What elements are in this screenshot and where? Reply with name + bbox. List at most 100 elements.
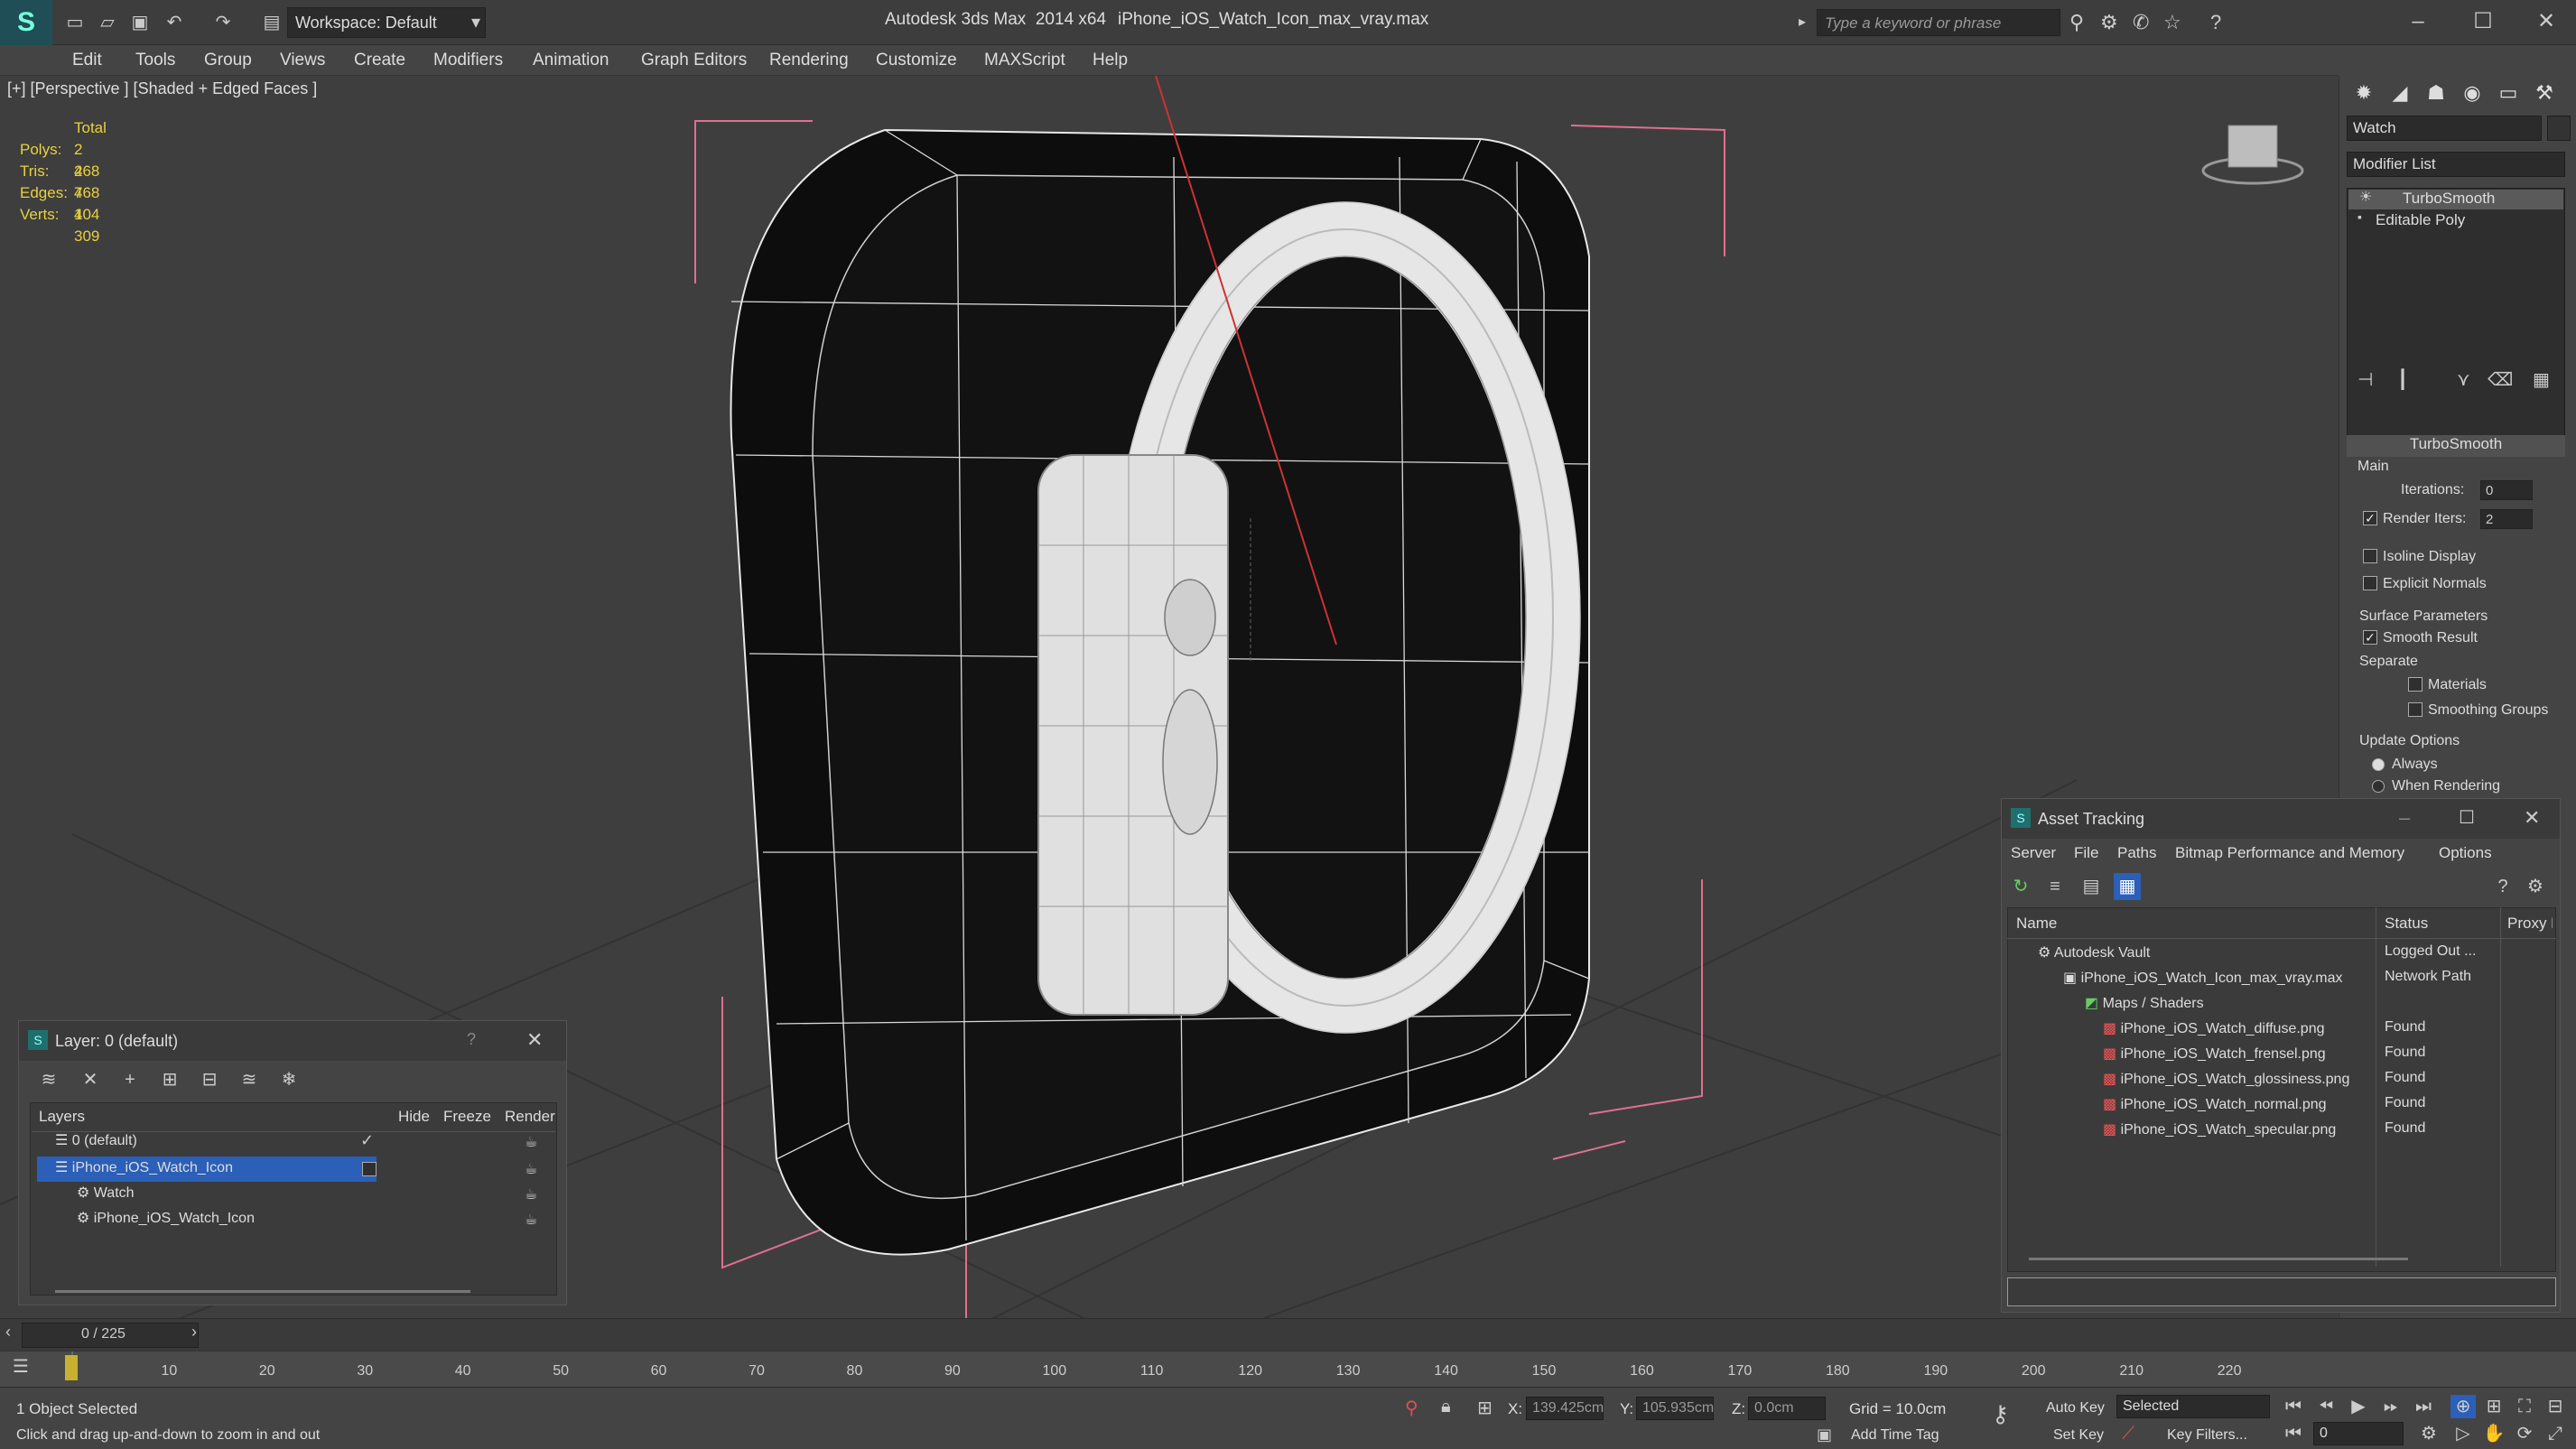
modifier-list-dropdown[interactable]: Modifier List [2347,152,2565,177]
key-mode-dropdown[interactable]: Selected [2116,1395,2270,1418]
freeze-column-header[interactable]: Freeze [443,1108,491,1126]
asset-tracking-title[interactable]: Asset Tracking [2002,799,2560,839]
minimize-icon[interactable]: – [2399,806,2410,830]
zoom-icon[interactable]: ⊕ [2450,1395,2476,1418]
previous-frame-icon[interactable]: ‹ [5,1323,11,1342]
refresh-icon[interactable]: ↻ [2007,873,2034,900]
menu-customize[interactable]: Customize [876,45,957,76]
layer-object-row[interactable]: ⚙ iPhone_iOS_Watch_Icon [77,1209,255,1234]
delete-layer-icon[interactable]: ✕ [77,1066,104,1093]
lightbulb-icon[interactable]: ☀ [2359,188,2372,206]
create-tab-icon[interactable]: ✹ [2347,76,2381,110]
object-color-swatch[interactable] [2547,116,2571,141]
zoom-all-icon[interactable]: ⊞ [2481,1395,2506,1418]
auto-key-button[interactable]: Auto Key [2046,1400,2105,1416]
subscription-icon[interactable]: ⚙ [2100,11,2118,34]
search-input[interactable]: Type a keyword or phrase [1817,9,2060,36]
menu-help[interactable]: Help [1093,45,1128,76]
set-current-checkbox[interactable] [362,1162,377,1176]
render-iters-spinner[interactable]: 2 [2480,509,2533,529]
list-view-icon[interactable]: ≡ [2041,873,2069,900]
smooth-result-checkbox[interactable]: ✓ [2363,630,2377,645]
time-tag-icon[interactable]: ▣ [1817,1426,1832,1444]
pin-stack-icon[interactable]: ⊣ [2357,368,2373,391]
asset-row[interactable]: ▩ iPhone_iOS_Watch_normal.png [2103,1095,2327,1120]
zoom-extents-all-icon[interactable]: ⊟ [2543,1395,2568,1418]
make-unique-icon[interactable]: ⋎ [2457,368,2470,391]
render-column-header[interactable]: Render [505,1108,555,1126]
z-coord-field[interactable]: 0.0cm [1748,1397,1826,1420]
menu-modifiers[interactable]: Modifiers [433,45,503,76]
set-key-button[interactable]: Set Key [2053,1427,2104,1444]
project-folder-icon[interactable]: ▤ [260,11,284,34]
isolate-selection-icon[interactable]: ⚲ [1405,1397,1418,1419]
asset-row[interactable]: ⚙ Autodesk Vault [2038,943,2150,969]
play-arrow-icon[interactable]: ▸ [1799,13,1806,31]
materials-checkbox[interactable] [2408,677,2423,692]
play-icon[interactable]: ▶ [2346,1395,2371,1418]
save-file-icon[interactable]: ▣ [128,11,152,34]
redo-icon[interactable]: ↷ [211,11,235,34]
hide-all-icon[interactable]: ≊ [236,1066,263,1093]
chevron-down-icon[interactable]: ▾ [464,11,488,34]
asset-path-field[interactable] [2007,1277,2556,1306]
asset-row[interactable]: ▣ iPhone_iOS_Watch_Icon_max_vray.max [2063,969,2342,994]
menu-options[interactable]: Options [2439,844,2492,862]
proxy-column-header[interactable]: Proxy R [2507,915,2553,933]
next-key-icon[interactable]: ⏩︎ [2378,1395,2404,1418]
field-of-view-icon[interactable]: ▷ [2450,1422,2476,1445]
menu-rendering[interactable]: Rendering [769,45,849,76]
menu-maxscript[interactable]: MAXScript [984,45,1065,76]
show-end-result-icon[interactable]: ┃ [2397,368,2408,391]
menu-create[interactable]: Create [354,45,405,76]
maximize-viewport-icon[interactable]: ⤢ [2543,1422,2568,1445]
menu-bitmap-performance[interactable]: Bitmap Performance and Memory [2175,844,2404,862]
goto-start-icon[interactable]: ⏮︎ [2281,1395,2306,1418]
iterations-spinner[interactable]: 0 [2480,480,2533,500]
settings-icon[interactable]: ⚙ [2522,873,2549,900]
smoothing-groups-checkbox[interactable] [2408,702,2423,717]
help-icon[interactable]: ? [467,1030,476,1049]
layer-row[interactable]: ☰ iPhone_iOS_Watch_Icon [55,1158,233,1184]
track-bar[interactable]: ☰ [0,1351,2576,1387]
highlight-selected-icon[interactable]: ⊟ [196,1066,223,1093]
layer-object-row[interactable]: ⚙ Watch [77,1184,135,1209]
remove-modifier-icon[interactable]: ⌫ [2488,368,2513,391]
new-file-icon[interactable]: ▭ [63,11,87,34]
asset-row[interactable]: ▩ iPhone_iOS_Watch_diffuse.png [2103,1019,2325,1045]
add-to-layer-icon[interactable]: + [116,1066,144,1093]
asset-row[interactable]: ▩ iPhone_iOS_Watch_frensel.png [2103,1045,2326,1070]
select-in-layer-icon[interactable]: ⊞ [156,1066,183,1093]
favorites-star-icon[interactable]: ☆ [2163,11,2181,34]
freeze-all-icon[interactable]: ❄ [275,1066,302,1093]
stack-item-editable-poly[interactable]: Editable Poly [2376,211,2465,229]
menu-group[interactable]: Group [204,45,252,76]
menu-animation[interactable]: Animation [533,45,609,76]
key-icon[interactable]: ⚷ [1992,1400,2009,1428]
hide-column-header[interactable]: Hide [398,1108,430,1126]
menu-views[interactable]: Views [280,45,325,76]
undo-icon[interactable]: ↶ [163,11,186,34]
menu-graph-editors[interactable]: Graph Editors [641,45,747,76]
minimize-icon[interactable]: – [2391,5,2445,38]
current-frame-field[interactable]: 0 [2313,1422,2404,1445]
asset-row[interactable]: ▩ iPhone_iOS_Watch_glossiness.png [2103,1070,2349,1095]
detail-view-icon[interactable]: ▤ [2078,873,2105,900]
explicit-normals-checkbox[interactable] [2363,576,2377,590]
layer-dialog-title[interactable]: Layer: 0 (default) [19,1021,566,1061]
time-configuration-icon[interactable]: ⚙ [2416,1422,2441,1445]
help-icon[interactable]: ? [2210,11,2221,34]
asset-row[interactable]: ▩ iPhone_iOS_Watch_specular.png [2103,1120,2336,1146]
horizontal-scrollbar[interactable] [55,1290,470,1293]
current-layer-check-icon[interactable]: ✓ [360,1131,374,1150]
maximize-icon[interactable]: ☐ [2459,806,2475,829]
menu-edit[interactable]: Edit [72,45,102,76]
key-mode-toggle-icon[interactable]: ⏮︎ [2281,1422,2306,1445]
layers-column-header[interactable]: Layers [39,1108,85,1126]
zoom-extents-icon[interactable]: ⛶ [2512,1395,2537,1418]
next-frame-icon[interactable]: › [191,1323,197,1342]
close-icon[interactable]: ✕ [2524,806,2540,830]
set-key-icon[interactable]: ⟋ [2122,1424,2134,1444]
close-icon[interactable]: ✕ [2519,5,2573,38]
orbit-icon[interactable]: ⟳ [2512,1422,2537,1445]
